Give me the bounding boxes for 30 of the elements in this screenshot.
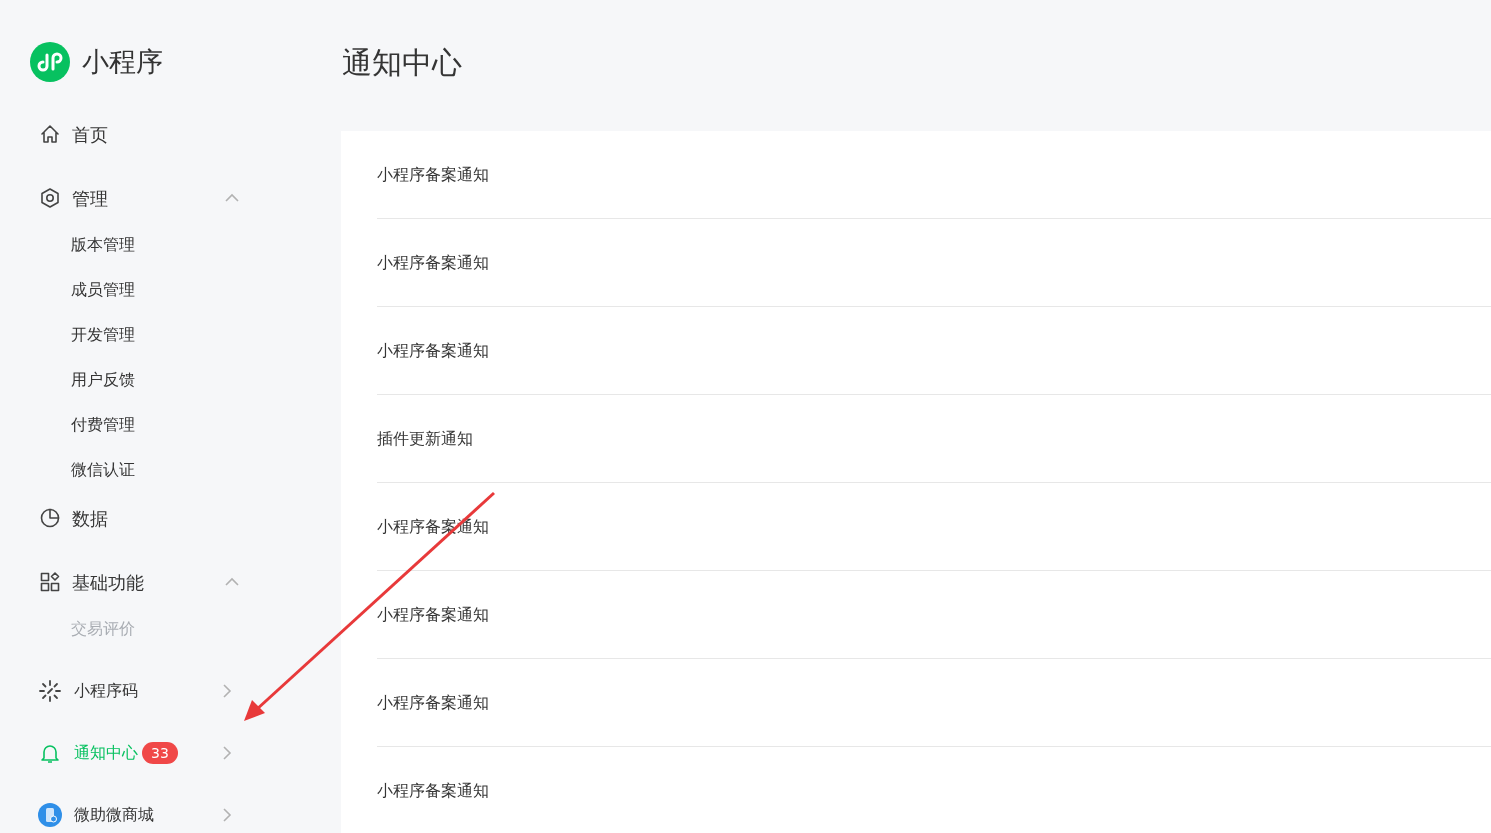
notification-item[interactable]: 小程序备案通知 [377, 659, 1491, 747]
sidebar-item[interactable]: 微助微商城 [30, 793, 341, 833]
sidebar-subitem[interactable]: 用户反馈 [30, 357, 341, 402]
notification-item[interactable]: 小程序备案通知 [377, 219, 1491, 307]
sidebar-item[interactable]: 通知中心 33 [30, 731, 341, 775]
app-name: 小程序 [82, 45, 163, 79]
sidebar-subitem[interactable]: 微信认证 [30, 447, 341, 492]
logo-icon [30, 42, 70, 82]
sidebar-item[interactable]: 数据 [30, 494, 341, 542]
grid-icon [39, 571, 61, 593]
home-icon [39, 123, 61, 145]
pie-chart-icon [39, 507, 61, 529]
sunburst-icon [38, 679, 62, 703]
sidebar-subitem[interactable]: 版本管理 [30, 222, 341, 267]
notification-item[interactable]: 小程序备案通知 [377, 131, 1491, 219]
notification-item[interactable]: 插件更新通知 [377, 395, 1491, 483]
sidebar-subitem[interactable]: 成员管理 [30, 267, 341, 312]
page-title: 通知中心 [341, 43, 463, 82]
sidebar-item[interactable]: 基础功能 [30, 558, 341, 606]
sidebar-item[interactable]: 小程序码 [30, 669, 341, 713]
notification-item[interactable]: 小程序备案通知 [377, 747, 1491, 833]
sidebar-subitem[interactable]: 开发管理 [30, 312, 341, 357]
notification-item[interactable]: 小程序备案通知 [377, 307, 1491, 395]
count-badge: 33 [142, 742, 178, 764]
notification-item[interactable]: 小程序备案通知 [377, 571, 1491, 659]
phone-app-icon [38, 803, 62, 827]
hexagon-icon [39, 187, 61, 209]
sidebar-item[interactable]: 管理 [30, 174, 341, 222]
sidebar-subitem[interactable]: 付费管理 [30, 402, 341, 447]
sidebar-item[interactable]: 首页 [30, 110, 341, 158]
